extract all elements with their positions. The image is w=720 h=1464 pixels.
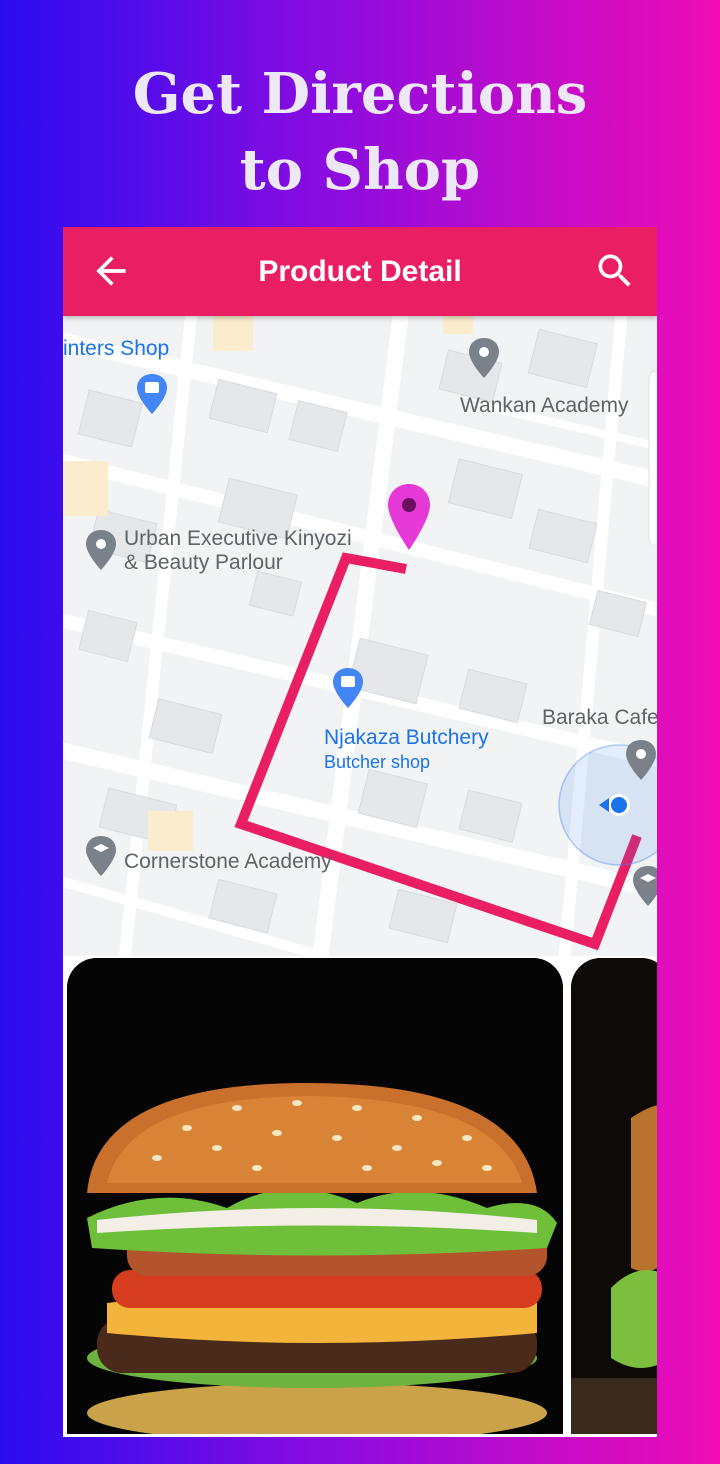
product-carousel[interactable] bbox=[63, 956, 657, 1437]
map-overlay-edge bbox=[648, 370, 657, 547]
promo-headline-line1: Get Directions bbox=[132, 61, 588, 127]
map-label-butchery-category: Butcher shop bbox=[324, 752, 431, 772]
promo-headline-line2: to Shop bbox=[239, 137, 481, 203]
phone-screen: Product Detail inters Shop Wankan Academ… bbox=[63, 227, 657, 1437]
page-title: Product Detail bbox=[258, 255, 462, 288]
burger-image bbox=[67, 958, 563, 1434]
search-icon bbox=[598, 254, 631, 287]
map-label-academy[interactable]: Wankan Academy bbox=[460, 394, 628, 418]
map-label-butchery[interactable]: Njakaza Butchery bbox=[324, 726, 489, 750]
app-bar: Product Detail bbox=[63, 227, 657, 316]
product-card[interactable] bbox=[571, 958, 657, 1434]
map-label-shop[interactable]: inters Shop bbox=[63, 337, 169, 361]
map-label-salon[interactable]: Urban Executive Kinyozi & Beauty Parlour bbox=[124, 527, 352, 575]
map-label-salon-line1: Urban Executive Kinyozi bbox=[124, 527, 352, 550]
map-label-salon-line2: & Beauty Parlour bbox=[124, 551, 283, 574]
promo-headline: Get Directions to Shop bbox=[0, 56, 720, 208]
map-label-cafe[interactable]: Baraka Cafe bbox=[542, 706, 657, 730]
burger-image bbox=[571, 958, 657, 1434]
product-card[interactable] bbox=[67, 958, 563, 1434]
search-button[interactable] bbox=[593, 249, 637, 293]
map-label-school[interactable]: Cornerstone Academy bbox=[124, 850, 332, 874]
map-view[interactable]: inters Shop Wankan Academy Urban Executi… bbox=[63, 316, 657, 956]
